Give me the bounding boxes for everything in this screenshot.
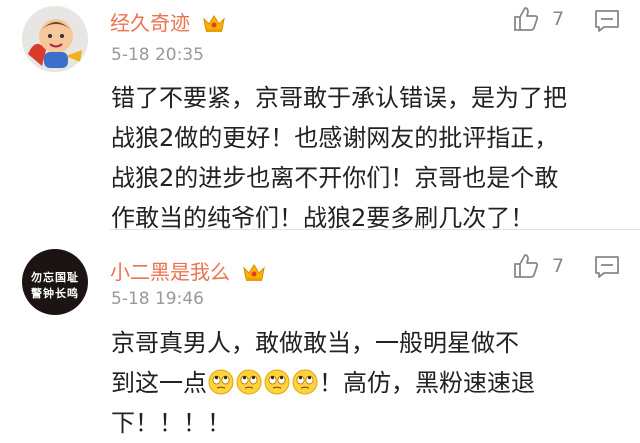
rolling-eyes-emoji-icon [292,369,318,395]
cartoon-avatar-icon [22,6,88,72]
comment-line: 下！！！！ [111,409,231,437]
avatar-text-line: 警钟长鸣 [31,287,79,300]
comment-icon[interactable] [594,255,620,283]
thumbs-up-icon [514,7,539,31]
rolling-eyes-emoji-icon [208,369,234,395]
comment-item: 勿忘国耻 警钟长鸣 小二黑是我么 5-18 19:46 7 京哥真男人，敢做敢当… [0,232,640,443]
emoji-group [207,369,319,397]
rolling-eyes-emoji-icon [236,369,262,395]
username-text[interactable]: 经久奇迹 [110,11,190,35]
comment-icon[interactable] [594,9,620,37]
username[interactable]: 小二黑是我么 [110,256,266,287]
avatar[interactable] [22,6,88,72]
like-count: 7 [552,8,565,30]
comment-text: 京哥真男人，敢做敢当，一般明星做不 到这一点 ！高仿，黑粉速速退 下！！！！ [111,323,581,443]
like-button[interactable]: 7 [512,5,564,33]
username[interactable]: 经久奇迹 [110,7,226,38]
comment-divider [110,229,640,230]
avatar-text-line: 勿忘国耻 [31,271,79,284]
like-button[interactable]: 7 [512,252,564,280]
username-text[interactable]: 小二黑是我么 [110,260,230,284]
crown-icon [242,262,266,287]
comment-text: 错了不要紧，京哥敢于承认错误，是为了把 战狼2做的更好！也感谢网友的批评指正， … [111,78,631,238]
like-count: 7 [552,255,565,277]
avatar[interactable]: 勿忘国耻 警钟长鸣 [22,249,88,315]
comment-line: 京哥真男人，敢做敢当，一般明星做不 [111,329,519,357]
comment-line: 战狼2的进步也离不开你们！京哥也是个敢 [111,164,559,192]
comment-line: 到这一点 ！高仿，黑粉速速退 [111,363,581,403]
comment-fragment: 到这一点 [111,369,207,397]
comment-timestamp: 5-18 20:35 [111,45,204,65]
comment-timestamp: 5-18 19:46 [111,289,204,309]
comment-line: 战狼2做的更好！也感谢网友的批评指正， [111,124,559,152]
comment-line: 错了不要紧，京哥敢于承认错误，是为了把 [111,84,567,112]
crown-icon [202,13,226,38]
thumbs-up-icon [514,254,539,278]
rolling-eyes-emoji-icon [264,369,290,395]
comment-fragment: ！高仿，黑粉速速退 [319,369,535,397]
comment-item: 经久奇迹 5-18 20:35 7 错了不要紧，京哥敢于承认错误，是为了把 战狼… [0,0,640,232]
